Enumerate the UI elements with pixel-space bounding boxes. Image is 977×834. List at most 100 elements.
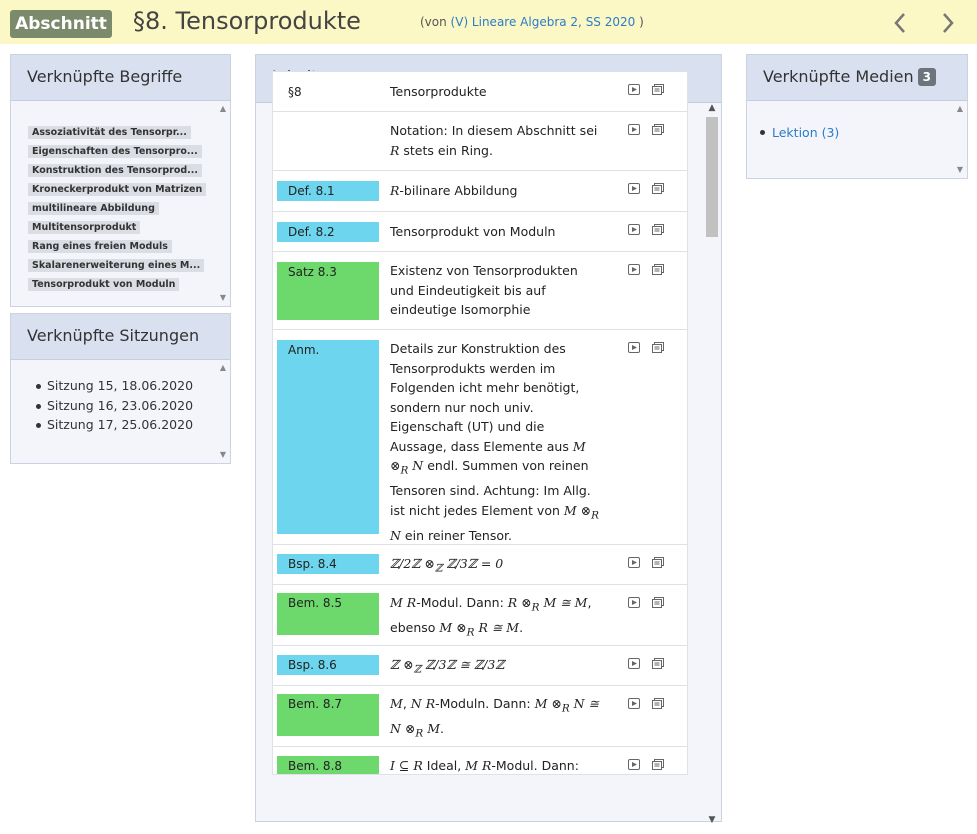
term-tag[interactable]: Tensorprodukt von Moduln — [28, 278, 180, 291]
section-header: Abschnitt §8. Tensorprodukte (von (V) Li… — [0, 0, 977, 44]
content-list: §8 Tensorprodukte Notation: In diesem Ab… — [272, 71, 688, 775]
session-item[interactable]: Sitzung 15, 18.06.2020 — [36, 378, 230, 398]
remark-badge: Bem. 8.5 — [277, 593, 379, 635]
scroll-down-icon[interactable]: ▼ — [953, 164, 967, 176]
linked-media-card: Verknüpfte Medien 3 Lektion (3) ▲ ▼ — [746, 54, 968, 179]
row-text: I ⊆ R Ideal, M R-Modul. Dann: — [390, 758, 579, 773]
content-scrollbar[interactable]: ▲ ▼ — [704, 103, 720, 825]
document-icon[interactable] — [652, 264, 664, 275]
term-tag[interactable]: Kroneckerprodukt von Matrizen — [28, 183, 207, 196]
content-row[interactable]: Satz 8.3 Existenz von Tensorprodukten un… — [273, 252, 687, 330]
content-row[interactable]: Bsp. 8.4 ℤ/2ℤ ⊗ℤ ℤ/3ℤ = 0 — [273, 545, 687, 585]
document-icon[interactable] — [652, 759, 664, 770]
scroll-up-icon[interactable]: ▲ — [216, 103, 230, 115]
video-icon[interactable] — [628, 342, 640, 353]
linked-media-title: Verknüpfte Medien — [763, 67, 914, 86]
content-row[interactable]: Notation: In diesem Abschnitt sei R stet… — [273, 112, 687, 171]
media-scrollbar[interactable]: ▲ ▼ — [953, 101, 967, 178]
term-tag[interactable]: Rang eines freien Moduls — [28, 240, 172, 253]
video-icon[interactable] — [628, 698, 640, 709]
linked-terms-title: Verknüpfte Begriffe — [11, 55, 230, 101]
scroll-up-icon[interactable]: ▲ — [216, 362, 230, 374]
page-title: §8. Tensorprodukte — [133, 7, 361, 35]
video-icon[interactable] — [628, 124, 640, 135]
next-section-button[interactable] — [933, 6, 963, 40]
document-icon[interactable] — [652, 342, 664, 353]
sessions-scrollbar[interactable]: ▲ ▼ — [216, 360, 230, 463]
term-tag[interactable]: Multitensorprodukt — [28, 221, 141, 234]
media-link[interactable]: Lektion (3) — [772, 125, 839, 140]
parent-context: (von (V) Lineare Algebra 2, SS 2020 ) — [420, 15, 644, 29]
term-tag[interactable]: Eigenschaften des Tensorpro... — [28, 145, 202, 158]
media-count-badge: 3 — [917, 68, 936, 86]
session-item[interactable]: Sitzung 16, 23.06.2020 — [36, 398, 230, 418]
document-icon[interactable] — [652, 224, 664, 235]
video-icon[interactable] — [628, 84, 640, 95]
scroll-down-icon[interactable]: ▼ — [704, 815, 720, 825]
content-row[interactable]: Anm. Details zur Konstruktion des Tensor… — [273, 330, 687, 545]
document-icon[interactable] — [652, 124, 664, 135]
tag-list: Assoziativität des Tensorpr... Eigenscha… — [11, 101, 230, 291]
scroll-up-icon[interactable]: ▲ — [953, 103, 967, 115]
term-tag[interactable]: Skalarenerweiterung eines M... — [28, 259, 205, 272]
content-row[interactable]: Bem. 8.8 I ⊆ R Ideal, M R-Modul. Dann: — [273, 747, 687, 774]
video-icon[interactable] — [628, 759, 640, 770]
terms-scrollbar[interactable]: ▲ ▼ — [216, 101, 230, 306]
chevron-left-icon — [894, 13, 905, 33]
previous-section-button[interactable] — [885, 6, 915, 40]
document-icon[interactable] — [652, 84, 664, 95]
content-row[interactable]: Bsp. 8.6 ℤ ⊗ℤ ℤ/3ℤ ≅ ℤ/3ℤ — [273, 646, 687, 686]
linked-sessions-body: Sitzung 15, 18.06.2020 Sitzung 16, 23.06… — [11, 360, 230, 463]
row-text: Tensorprodukte — [390, 84, 487, 99]
content-row[interactable]: §8 Tensorprodukte — [273, 72, 687, 112]
content-card: Inhalt §8 Tensorprodukte Notation: In di… — [255, 54, 722, 825]
content-row[interactable]: Def. 8.1 R-bilinare Abbildung — [273, 171, 687, 212]
example-badge: Bsp. 8.4 — [277, 554, 379, 574]
media-list: Lektion (3) — [747, 101, 967, 140]
linked-terms-card: Verknüpfte Begriffe Assoziativität des T… — [10, 54, 231, 307]
row-text: Details zur Konstruktion des Tensorprodu… — [390, 341, 599, 543]
document-icon[interactable] — [652, 557, 664, 568]
linked-sessions-card: Verknüpfte Sitzungen Sitzung 15, 18.06.2… — [10, 313, 231, 464]
row-text: M R-Modul. Dann: R ⊗R M ≅ M, ebenso M ⊗R… — [390, 595, 592, 639]
linked-media-header: Verknüpfte Medien 3 — [747, 55, 967, 101]
media-item: Lektion (3) — [760, 125, 967, 140]
document-icon[interactable] — [652, 658, 664, 669]
row-number: §8 — [288, 85, 302, 99]
video-icon[interactable] — [628, 597, 640, 608]
document-icon[interactable] — [652, 597, 664, 608]
document-icon[interactable] — [652, 698, 664, 709]
scroll-down-icon[interactable]: ▼ — [216, 449, 230, 461]
scroll-down-icon[interactable]: ▼ — [216, 292, 230, 304]
row-text: ℤ ⊗ℤ ℤ/3ℤ ≅ ℤ/3ℤ — [390, 657, 505, 676]
section-type-badge: Abschnitt — [10, 10, 112, 38]
video-icon[interactable] — [628, 183, 640, 194]
video-icon[interactable] — [628, 658, 640, 669]
context-suffix: ) — [635, 15, 644, 29]
course-link[interactable]: (V) Lineare Algebra 2, SS 2020 — [451, 15, 636, 29]
content-row[interactable]: Def. 8.2 Tensorprodukt von Moduln — [273, 212, 687, 252]
video-icon[interactable] — [628, 224, 640, 235]
definition-badge: Def. 8.2 — [277, 222, 379, 242]
session-item[interactable]: Sitzung 17, 25.06.2020 — [36, 417, 230, 437]
document-icon[interactable] — [652, 183, 664, 194]
term-tag[interactable]: multilineare Abbildung — [28, 202, 159, 215]
content-row[interactable]: Bem. 8.7 M, N R-Moduln. Dann: M ⊗R N ≅ N… — [273, 686, 687, 747]
video-icon[interactable] — [628, 557, 640, 568]
scroll-thumb[interactable] — [706, 117, 718, 237]
linked-sessions-title: Verknüpfte Sitzungen — [11, 314, 230, 360]
video-icon[interactable] — [628, 264, 640, 275]
term-tag[interactable]: Assoziativität des Tensorpr... — [28, 126, 191, 139]
context-prefix: (von — [420, 15, 451, 29]
row-text: Notation: In diesem Abschnitt sei R stet… — [390, 123, 598, 158]
row-text: M, N R-Moduln. Dann: M ⊗R N ≅ N ⊗R M. — [390, 696, 600, 740]
row-text: Existenz von Tensorprodukten und Eindeut… — [390, 263, 578, 317]
row-text: Tensorprodukt von Moduln — [390, 224, 556, 239]
chevron-right-icon — [943, 13, 954, 33]
scroll-up-icon[interactable]: ▲ — [704, 103, 720, 113]
row-text: R-bilinare Abbildung — [390, 183, 518, 198]
term-tag[interactable]: Konstruktion des Tensorprod... — [28, 164, 202, 177]
row-text: ℤ/2ℤ ⊗ℤ ℤ/3ℤ = 0 — [390, 556, 504, 575]
session-list: Sitzung 15, 18.06.2020 Sitzung 16, 23.06… — [11, 360, 230, 437]
content-row[interactable]: Bem. 8.5 M R-Modul. Dann: R ⊗R M ≅ M, eb… — [273, 585, 687, 646]
